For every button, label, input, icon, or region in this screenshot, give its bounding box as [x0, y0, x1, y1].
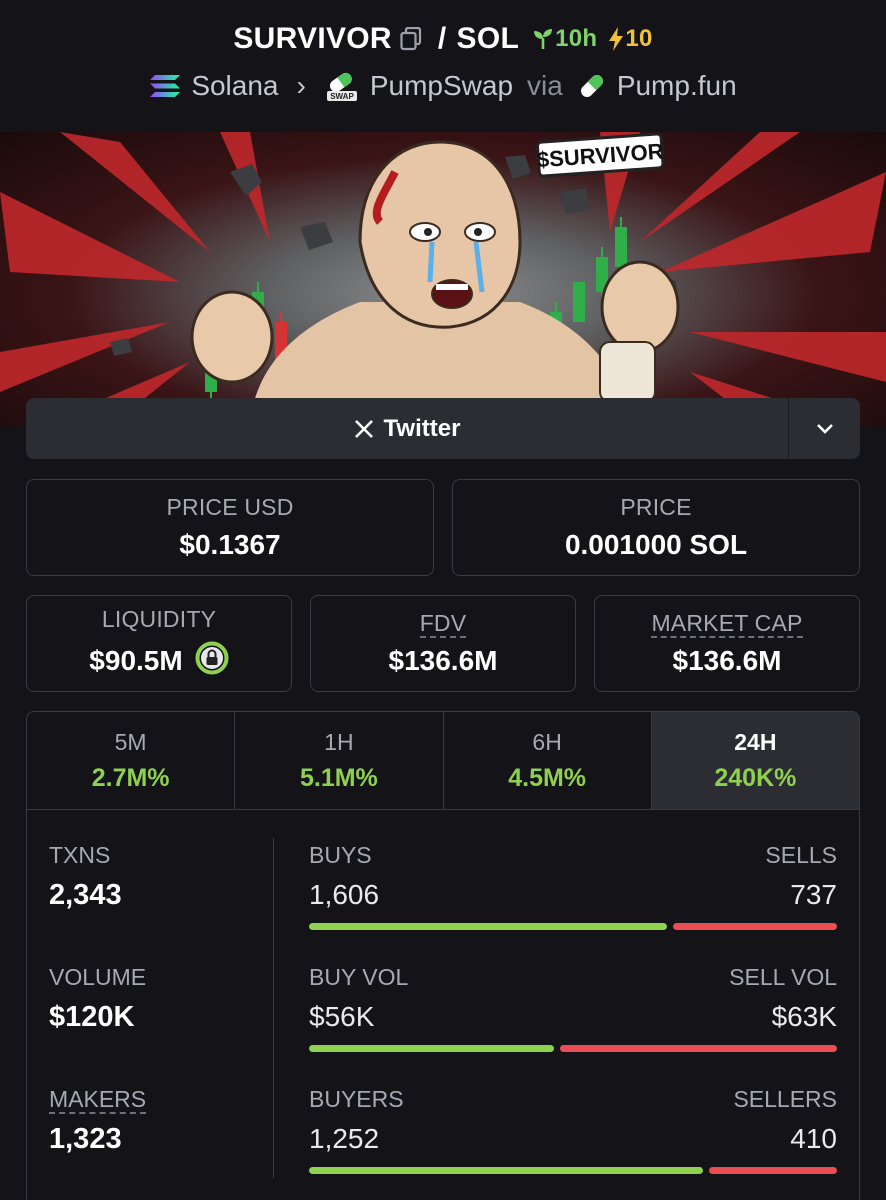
- txns-label: TXNS: [49, 842, 111, 868]
- dex-link[interactable]: PumpSwap: [370, 70, 513, 102]
- price-usd-label: PRICE USD: [166, 494, 294, 520]
- totals-column: TXNS 2,343 VOLUME $120K MAKERS 1,323: [49, 842, 269, 1156]
- sellers-label: SELLERS: [733, 1086, 837, 1112]
- makers-label[interactable]: MAKERS: [49, 1086, 147, 1114]
- social-links-bar: Twitter: [26, 398, 860, 459]
- fdv-label[interactable]: FDV: [419, 610, 467, 638]
- chain-link[interactable]: Solana: [191, 70, 278, 102]
- tab-5m[interactable]: 5M 2.7M%: [27, 712, 236, 809]
- price-usd-value: $0.1367: [179, 529, 281, 560]
- buys-sells-group: BUYS SELLS 1,606 737: [309, 842, 837, 930]
- fdv-card: FDV $136.6M: [310, 595, 576, 692]
- buy-vol-value: $56K: [309, 1001, 375, 1032]
- breadcrumb: Solana › SWAP PumpSwap via Pump.fun: [0, 70, 886, 102]
- sellers-value: 410: [790, 1123, 837, 1154]
- makers-value: 1,323: [49, 1123, 122, 1155]
- sells-label: SELLS: [765, 842, 837, 868]
- buys-bar-fill: [309, 923, 667, 930]
- volume-split-bar: [309, 1045, 837, 1052]
- volume-label: VOLUME: [49, 964, 147, 990]
- lightning-icon: [609, 27, 624, 51]
- sells-value: 737: [790, 879, 837, 910]
- liquidity-value: $90.5M: [89, 645, 183, 676]
- liquidity-label: LIQUIDITY: [101, 605, 217, 632]
- buy-vol-bar-fill: [309, 1045, 555, 1052]
- stats-panel: 5M 2.7M% 1H 5.1M% 6H 4.5M% 24H 240K% TXN…: [26, 711, 860, 1200]
- seedling-icon: [534, 29, 553, 49]
- pair-slash: /: [437, 22, 447, 55]
- tab-change: 240K%: [714, 763, 797, 792]
- lock-icon[interactable]: [195, 641, 229, 682]
- pumpfun-pill-icon: [577, 71, 607, 101]
- tab-6h[interactable]: 6H 4.5M%: [444, 712, 652, 809]
- boost-badge[interactable]: 10: [607, 25, 652, 53]
- twitter-label: Twitter: [383, 414, 461, 442]
- pair-title: SURVIVOR / SOL 10h 10: [0, 22, 886, 56]
- sell-vol-label: SELL VOL: [729, 964, 837, 990]
- buys-value: 1,606: [309, 879, 380, 910]
- price-native-card: PRICE 0.001000 SOL: [452, 479, 860, 576]
- tab-label: 1H: [324, 728, 354, 755]
- buyers-label: BUYERS: [309, 1086, 404, 1112]
- volume-value: $120K: [49, 1001, 135, 1033]
- txns-value: 2,343: [49, 879, 122, 911]
- sell-vol-bar-fill: [560, 1045, 837, 1052]
- buyers-bar-fill: [309, 1167, 704, 1174]
- market-cap-value: $136.6M: [672, 645, 782, 676]
- tab-label: 6H: [532, 728, 562, 755]
- boost-count: 10: [625, 25, 653, 52]
- svg-text:SWAP: SWAP: [330, 92, 354, 101]
- buys-label: BUYS: [309, 842, 372, 868]
- sellers-bar-fill: [709, 1167, 837, 1174]
- tab-24h[interactable]: 24H 240K%: [651, 712, 859, 809]
- buys-sells-bar: [309, 923, 837, 930]
- column-divider: [273, 838, 274, 1178]
- tab-1h[interactable]: 1H 5.1M%: [235, 712, 444, 809]
- buyers-value: 1,252: [309, 1123, 380, 1154]
- quote-symbol: SOL: [456, 22, 520, 55]
- tab-change: 5.1M%: [299, 763, 378, 792]
- fdv-value: $136.6M: [388, 645, 498, 676]
- pair-age: 10h: [531, 25, 597, 53]
- sells-bar-fill: [672, 923, 837, 930]
- solana-icon: [149, 73, 181, 99]
- launchpad-link[interactable]: Pump.fun: [617, 70, 737, 102]
- tab-change: 2.7M%: [91, 763, 170, 792]
- tab-change: 4.5M%: [508, 763, 587, 792]
- via-text: via: [527, 70, 563, 101]
- tab-label: 5M: [114, 728, 147, 755]
- chevron-down-icon: [816, 423, 833, 434]
- buy-vol-label: BUY VOL: [309, 964, 409, 990]
- token-banner-image: $SURVIVOR: [0, 132, 886, 426]
- tab-label: 24H: [734, 728, 777, 755]
- liquidity-value-row: $90.5M: [89, 641, 229, 682]
- market-cap-card: MARKET CAP $136.6M: [594, 595, 860, 692]
- price-usd-card: PRICE USD $0.1367: [26, 479, 434, 576]
- price-native-value: 0.001000 SOL: [564, 529, 748, 560]
- market-cap-label[interactable]: MARKET CAP: [651, 610, 803, 638]
- liquidity-card: LIQUIDITY $90.5M: [26, 595, 292, 692]
- more-links-button[interactable]: [788, 398, 860, 459]
- pumpswap-icon: SWAP: [324, 70, 360, 102]
- buyers-sellers-group: BUYERS SELLERS 1,252 410: [309, 1086, 837, 1174]
- sell-vol-value: $63K: [771, 1001, 837, 1032]
- pair-age-value: 10h: [555, 25, 598, 52]
- token-symbol: SURVIVOR: [233, 22, 392, 55]
- pair-header: SURVIVOR / SOL 10h 10 Solana › SWAP Pump…: [0, 0, 886, 132]
- volume-split-group: BUY VOL SELL VOL $56K $63K: [309, 964, 837, 1052]
- x-logo-icon: [354, 419, 373, 438]
- chevron-right-icon: ›: [296, 70, 306, 101]
- buyers-sellers-bar: [309, 1167, 837, 1174]
- twitter-button[interactable]: Twitter: [26, 398, 788, 459]
- price-native-label: PRICE: [620, 494, 692, 520]
- timeframe-tabs: 5M 2.7M% 1H 5.1M% 6H 4.5M% 24H 240K%: [27, 712, 859, 810]
- copy-icon[interactable]: [400, 27, 422, 51]
